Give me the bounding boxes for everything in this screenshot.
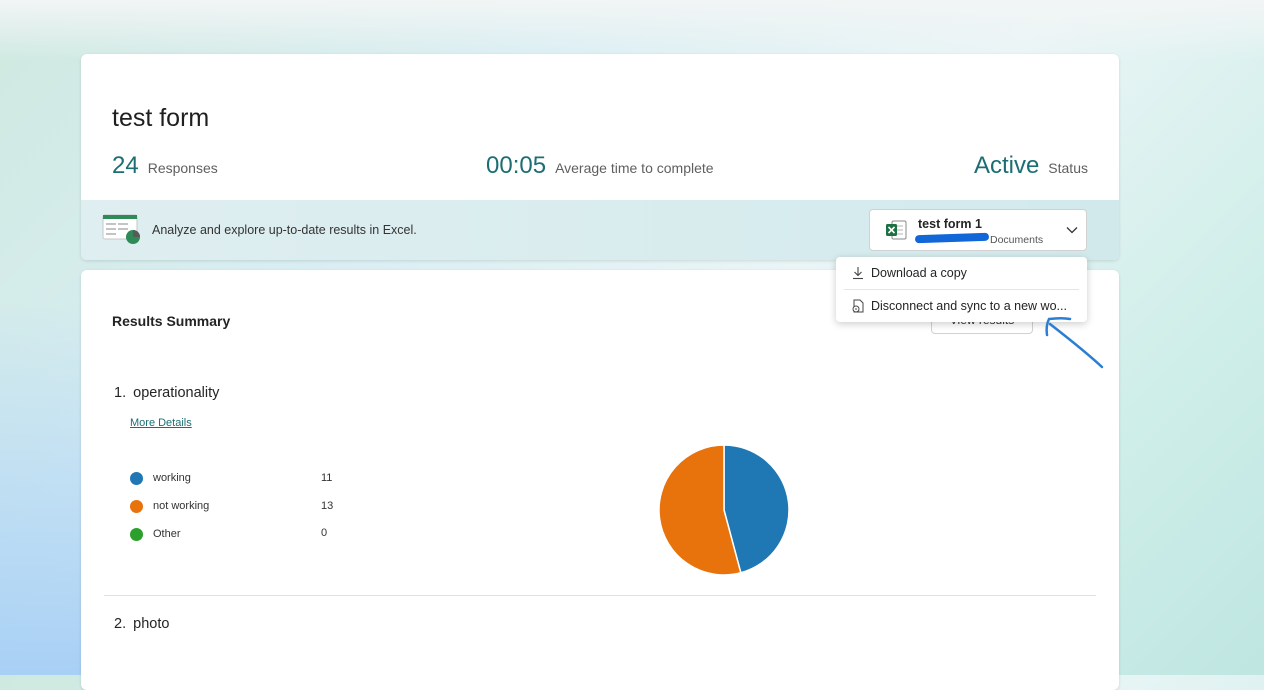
status-stat: Active Status xyxy=(974,152,1088,180)
legend-count-other: 0 xyxy=(321,527,328,539)
legend-label: working xyxy=(153,472,191,484)
open-workbook-button[interactable]: test form 1 Documents xyxy=(869,209,1059,251)
question-1-title: 1. operationality xyxy=(114,385,219,401)
legend-item-other: Other xyxy=(130,526,181,542)
legend-count-not-working: 13 xyxy=(321,500,334,512)
legend-count-working: 11 xyxy=(321,472,333,484)
question-2-title: 2. photo xyxy=(114,616,169,632)
workbook-location: Documents xyxy=(990,234,1044,246)
results-summary-title: Results Summary xyxy=(112,313,231,329)
results-summary-card: Results Summary View results 1. operatio… xyxy=(81,270,1119,690)
legend-label: Other xyxy=(153,528,181,540)
form-summary-card: test form 24 Responses 00:05 Average tim… xyxy=(81,54,1119,260)
excel-bar-text: Analyze and explore up-to-date results i… xyxy=(152,223,417,237)
chevron-down-icon xyxy=(1066,227,1078,234)
responses-label: Responses xyxy=(147,160,218,176)
question-1-number: 1. xyxy=(114,385,127,401)
annotation-arrow-icon xyxy=(1045,317,1104,369)
responses-count: 24 xyxy=(112,152,139,179)
question-divider xyxy=(104,595,1096,596)
background-glow xyxy=(0,0,1264,60)
workbook-name: test form 1 xyxy=(918,217,982,231)
average-time-value: 00:05 xyxy=(486,152,547,179)
responses-stat: 24 Responses xyxy=(112,152,218,180)
question-2-text: photo xyxy=(133,616,170,632)
download-icon xyxy=(853,267,863,280)
workbook-options-button[interactable] xyxy=(1058,209,1087,251)
excel-analysis-bar: Analyze and explore up-to-date results i… xyxy=(81,200,1119,260)
legend-dot-not-working xyxy=(130,499,143,513)
legend-item-not-working: not working xyxy=(130,498,209,514)
question-1-text: operationality xyxy=(133,385,220,401)
question-2-number: 2. xyxy=(114,616,127,632)
redaction-mark xyxy=(914,232,990,244)
legend-label: not working xyxy=(153,500,210,512)
legend-dot-working xyxy=(130,471,143,485)
average-time-label: Average time to complete xyxy=(555,160,714,176)
legend-item-working: working xyxy=(130,470,191,486)
menu-item-label: Download a copy xyxy=(871,266,967,280)
status-label: Status xyxy=(1048,160,1088,176)
form-title: test form xyxy=(112,104,210,132)
excel-icon xyxy=(886,220,907,240)
legend-dot-other xyxy=(130,527,143,541)
average-time-stat: 00:05 Average time to complete xyxy=(486,152,714,180)
status-value: Active xyxy=(973,152,1040,179)
menu-item-download-copy[interactable]: Download a copy xyxy=(836,257,1087,289)
excel-sheet-chart-icon xyxy=(102,214,140,244)
more-details-link[interactable]: More Details xyxy=(130,417,192,429)
sync-document-icon xyxy=(852,299,864,313)
operationality-pie-chart xyxy=(658,444,790,576)
